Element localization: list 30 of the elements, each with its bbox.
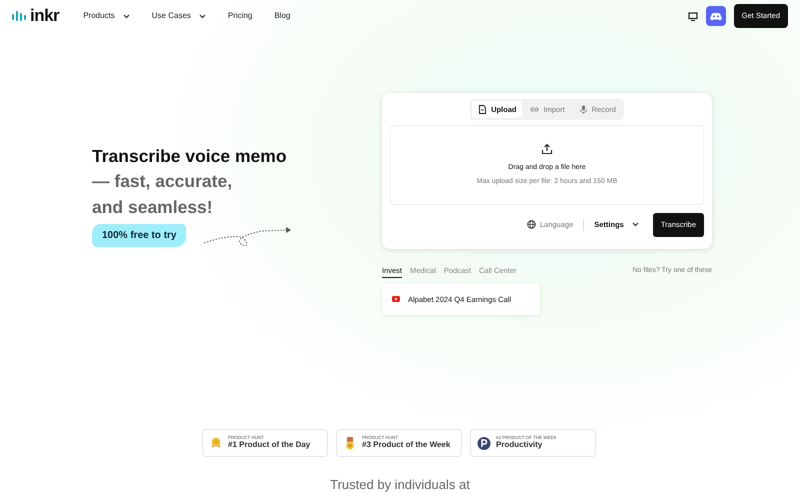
monitor-icon — [688, 12, 698, 20]
logo-icon — [12, 10, 26, 22]
hero-subtitle: and seamless! — [92, 196, 214, 219]
hero-title: Transcribe voice memo — [92, 145, 288, 168]
game-controller-icon — [710, 12, 722, 20]
chevron-icon — [198, 14, 206, 18]
chevron-icon — [122, 14, 130, 18]
microphone-icon — [578, 105, 588, 114]
p-logo-icon — [477, 436, 491, 450]
nav-link[interactable]: Use Cases — [152, 10, 206, 22]
medal-icon — [343, 436, 357, 450]
nav-link[interactable]: Products — [83, 10, 130, 22]
file-icon — [478, 105, 488, 114]
award-title: Productivity — [496, 440, 544, 450]
free-badge: 100% free to try — [92, 224, 186, 248]
trusted-heading: Trusted by individuals at — [330, 478, 470, 491]
link-icon — [530, 105, 540, 114]
nav-link[interactable]: Pricing — [228, 10, 252, 22]
hero-subtitle: — fast, accurate, — [92, 170, 234, 194]
upload-icon — [541, 142, 553, 155]
dotted-arrow-icon — [202, 224, 292, 247]
award-title: #1 Product of the Day — [228, 440, 310, 450]
chevron-icon — [632, 222, 639, 228]
discord-button[interactable] — [706, 6, 726, 26]
logo[interactable]: inkr — [30, 3, 60, 29]
award-title: #3 Product of the Week — [362, 440, 450, 450]
nav-link[interactable]: Blog — [274, 10, 290, 22]
globe-icon — [526, 220, 536, 230]
medal-icon — [209, 436, 223, 450]
play-icon — [392, 296, 400, 302]
